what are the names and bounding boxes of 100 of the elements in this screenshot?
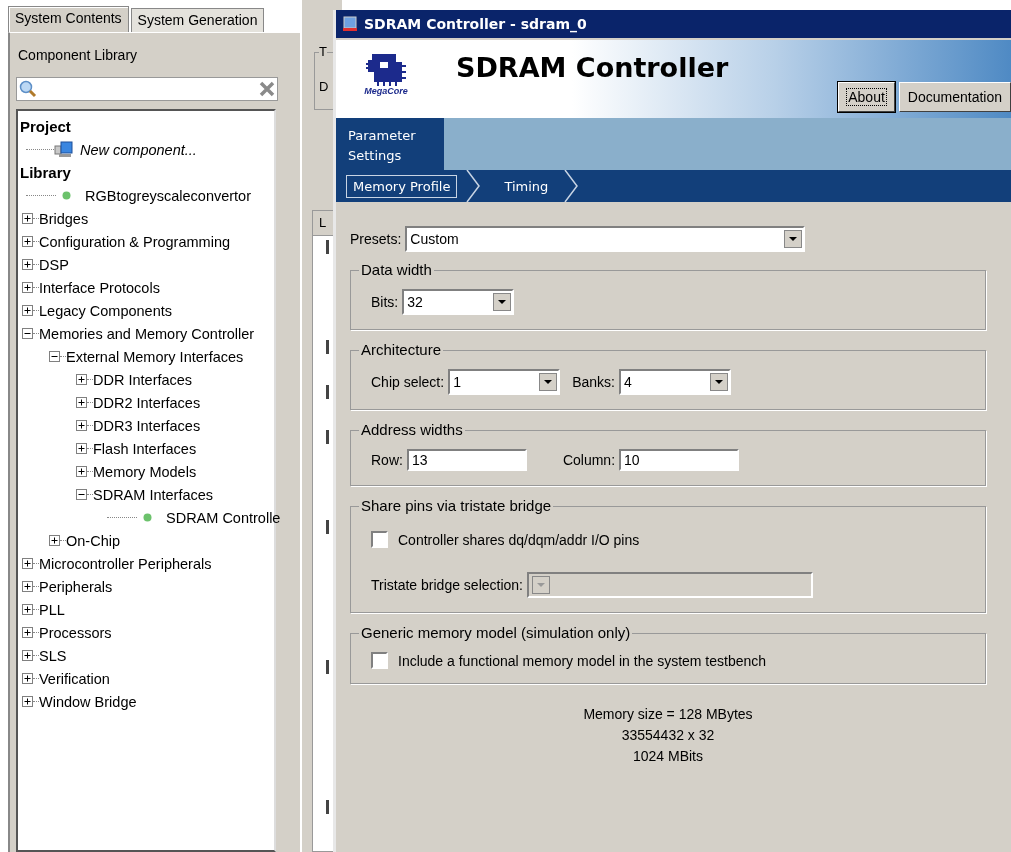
window-icon: [342, 16, 358, 32]
group-title: Share pins via tristate bridge: [359, 497, 554, 514]
expand-icon[interactable]: [22, 213, 33, 224]
tree-item[interactable]: PLL: [39, 601, 65, 618]
tree-item[interactable]: Processors: [39, 624, 112, 641]
field-label: Presets:: [350, 231, 402, 247]
status-dot-icon: [143, 513, 152, 522]
tree-section-heading: Library: [20, 163, 71, 183]
expand-icon[interactable]: [22, 581, 33, 592]
field-label: Column:: [562, 452, 616, 468]
tree-item[interactable]: SLS: [39, 647, 67, 664]
presets-dropdown[interactable]: Custom: [405, 226, 806, 252]
expand-icon[interactable]: [49, 535, 60, 546]
tree-item[interactable]: Bridges: [39, 210, 89, 227]
partial-text: D: [319, 79, 329, 94]
tree-item[interactable]: DDR3 Interfaces: [93, 417, 201, 434]
expand-icon[interactable]: [22, 305, 33, 316]
page-tab[interactable]: Parameter Settings: [336, 118, 444, 170]
expand-icon[interactable]: [22, 236, 33, 247]
field-label: Banks:: [572, 374, 615, 390]
tree-item[interactable]: Configuration & Programming: [39, 233, 230, 250]
clear-icon[interactable]: [259, 81, 275, 97]
tree-item[interactable]: SDRAM Interfaces: [93, 486, 214, 503]
group-title: Architecture: [359, 341, 444, 358]
text-field[interactable]: 13: [406, 449, 527, 471]
collapse-icon[interactable]: [22, 328, 33, 339]
step-tab[interactable]: Timing: [497, 174, 556, 198]
tree-item[interactable]: SDRAM Controlle: [166, 509, 281, 526]
expand-icon[interactable]: [22, 558, 33, 569]
checkbox[interactable]: [371, 531, 388, 548]
field-label: Tristate bridge selection:: [371, 577, 523, 593]
tree-item[interactable]: Interface Protocols: [39, 279, 160, 296]
expand-icon[interactable]: [76, 420, 87, 431]
field-label: Row:: [371, 452, 403, 468]
expand-icon[interactable]: [76, 374, 87, 385]
row-marker: [326, 660, 329, 674]
expand-icon[interactable]: [76, 466, 87, 477]
tree-item[interactable]: Memory Models: [93, 463, 197, 480]
row-marker: [326, 385, 329, 399]
chevron-icon: [465, 170, 482, 202]
expand-icon[interactable]: [22, 604, 33, 615]
tree-item[interactable]: RGBtogreyscaleconvertor: [85, 187, 251, 204]
summary-text: Memory size = 128 MBytes: [583, 705, 753, 724]
tree-item[interactable]: Memories and Memory Controller: [39, 325, 255, 342]
group-label: T: [319, 44, 327, 59]
expand-icon[interactable]: [22, 627, 33, 638]
text-field[interactable]: 10: [619, 449, 740, 471]
group-title: Generic memory model (simulation only): [359, 624, 633, 641]
tree-section-heading: Project: [20, 117, 71, 137]
search-field[interactable]: [16, 77, 278, 101]
tree-item[interactable]: DDR Interfaces: [93, 371, 193, 388]
expand-icon[interactable]: [22, 673, 33, 684]
row-marker: [326, 520, 329, 534]
panel-tab[interactable]: System Generation: [130, 8, 265, 32]
collapse-icon[interactable]: [76, 489, 87, 500]
panel-title: Component Library: [18, 47, 138, 63]
tree-item[interactable]: New component...: [80, 141, 197, 158]
logo-text: MegaCore: [364, 86, 408, 96]
checkbox-label: Include a functional memory model in the system testbench: [398, 652, 767, 669]
expand-icon[interactable]: [22, 696, 33, 707]
checkbox-label: Controller shares dq/dqm/addr I/O pins: [398, 531, 640, 548]
tree-item[interactable]: Legacy Components: [39, 302, 172, 319]
window-title: SDRAM Controller - sdram_0: [364, 16, 587, 32]
expand-icon[interactable]: [22, 259, 33, 270]
row-marker: [326, 800, 329, 814]
tree-item[interactable]: DSP: [39, 256, 69, 273]
field-label: Bits:: [371, 294, 399, 310]
summary-text: 1024 MBits: [632, 747, 703, 766]
tree-item[interactable]: External Memory Interfaces: [66, 348, 244, 365]
dropdown-field[interactable]: 32: [402, 289, 515, 315]
tree-item[interactable]: Verification: [39, 670, 110, 687]
expand-icon[interactable]: [76, 397, 87, 408]
header-button[interactable]: Documentation: [898, 82, 1011, 112]
dialog-heading: SDRAM Controller: [456, 52, 729, 83]
panel-tab[interactable]: System Contents: [8, 6, 129, 34]
tree-item[interactable]: Microcontroller Peripherals: [39, 555, 212, 572]
tree-item[interactable]: On-Chip: [66, 532, 120, 549]
dropdown-field[interactable]: 4: [618, 369, 731, 395]
expand-icon[interactable]: [22, 282, 33, 293]
tree-item[interactable]: Flash Interfaces: [93, 440, 197, 457]
group-title: Data width: [359, 261, 434, 278]
chevron-icon: [563, 170, 580, 202]
dropdown-field[interactable]: 1: [448, 369, 561, 395]
collapse-icon[interactable]: [49, 351, 60, 362]
search-icon: [19, 80, 37, 98]
group-title: Address widths: [359, 421, 465, 438]
expand-icon[interactable]: [22, 650, 33, 661]
tree-item[interactable]: Window Bridge: [39, 693, 137, 710]
tree-item[interactable]: Peripherals: [39, 578, 113, 595]
field-label: Chip select:: [371, 374, 445, 390]
status-dot-icon: [62, 191, 71, 200]
row-marker: [326, 430, 329, 444]
row-marker: [326, 340, 329, 354]
computer-icon: [54, 140, 74, 159]
summary-text: 33554432 x 32: [621, 726, 715, 745]
expand-icon[interactable]: [76, 443, 87, 454]
tree-item[interactable]: DDR2 Interfaces: [93, 394, 201, 411]
checkbox[interactable]: [371, 652, 388, 669]
header-button[interactable]: About: [838, 82, 895, 112]
step-tab[interactable]: Memory Profile: [346, 174, 458, 198]
